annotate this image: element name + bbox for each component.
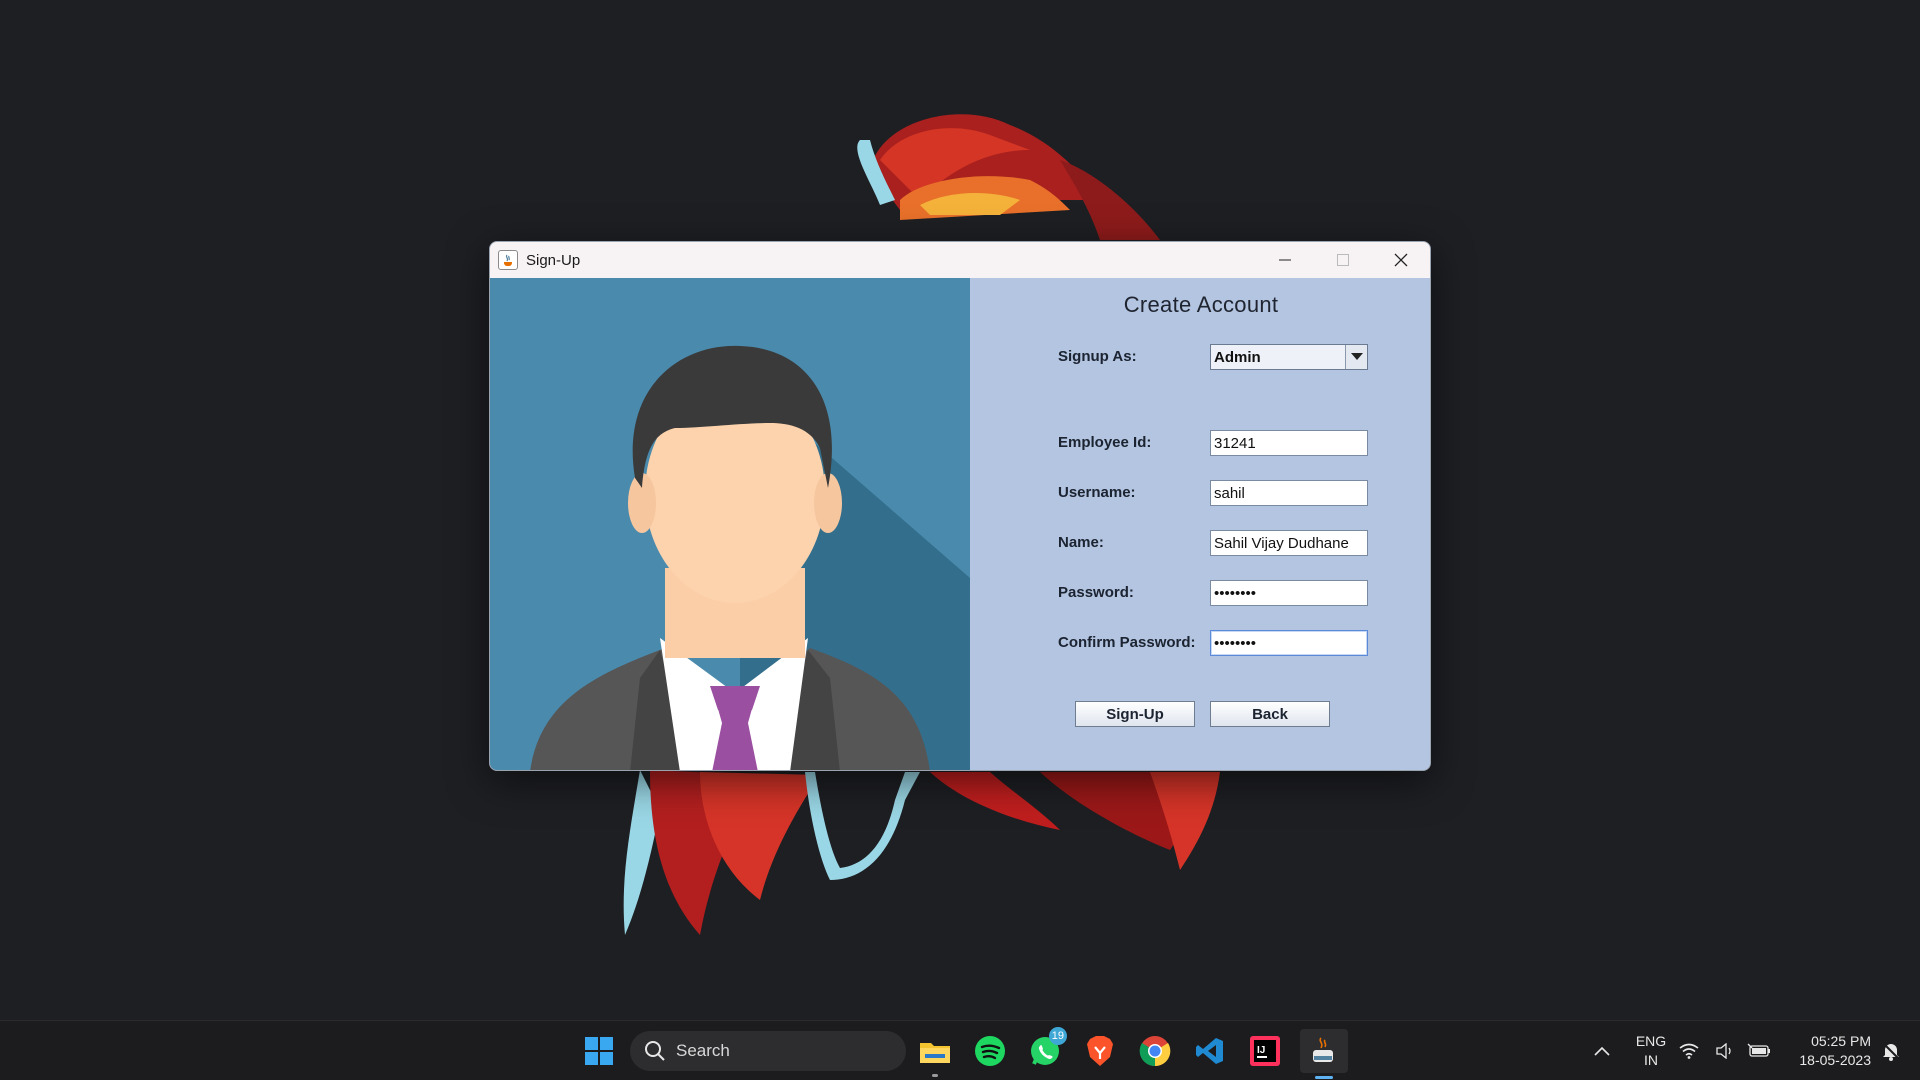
minimize-button[interactable] xyxy=(1256,242,1314,278)
page-title: Create Account xyxy=(1123,292,1279,317)
start-button[interactable] xyxy=(579,1031,619,1071)
intellij-icon: IJ xyxy=(1250,1036,1280,1066)
username-field[interactable] xyxy=(1210,480,1368,506)
wifi-icon xyxy=(1679,1043,1699,1059)
minimize-icon xyxy=(1279,259,1291,261)
notification-icon xyxy=(1882,1042,1900,1061)
search-icon xyxy=(645,1041,665,1061)
chrome-icon xyxy=(1139,1036,1171,1067)
battery-icon xyxy=(1747,1043,1770,1057)
whatsapp-button[interactable]: 19 xyxy=(1025,1027,1067,1071)
java-app-button[interactable] xyxy=(1300,1029,1348,1079)
show-hidden-icons-button[interactable] xyxy=(1582,1031,1622,1071)
name-label: Name: xyxy=(1058,534,1104,551)
java-icon xyxy=(1313,1037,1333,1062)
signup-button[interactable]: Sign-Up xyxy=(1075,701,1195,727)
svg-text:IJ: IJ xyxy=(1257,1045,1265,1056)
chrome-button[interactable] xyxy=(1135,1031,1175,1071)
back-button[interactable]: Back xyxy=(1210,701,1330,727)
taskbar-search[interactable]: Search xyxy=(630,1031,906,1071)
chevron-up-icon xyxy=(1594,1046,1610,1056)
spotify-button[interactable] xyxy=(970,1031,1010,1071)
clock[interactable]: 05:25 PM 18-05-2023 xyxy=(1775,1032,1871,1070)
notification-button[interactable] xyxy=(1876,1031,1906,1071)
spotify-icon xyxy=(975,1036,1005,1066)
date-label: 18-05-2023 xyxy=(1799,1052,1871,1068)
start-icon xyxy=(585,1037,613,1065)
notification-badge: 19 xyxy=(1048,1027,1067,1045)
window-controls xyxy=(1256,242,1430,278)
region-label: IN xyxy=(1644,1052,1658,1068)
username-label: Username: xyxy=(1058,484,1136,501)
maximize-button[interactable] xyxy=(1314,242,1372,278)
java-app-icon xyxy=(498,250,518,270)
avatar-illustration-panel xyxy=(490,278,970,770)
dropdown-arrow-icon[interactable] xyxy=(1345,345,1367,369)
brave-button[interactable] xyxy=(1080,1031,1120,1071)
maximize-icon xyxy=(1337,254,1349,266)
taskbar: Search 19 IJ ENG IN 05:25 PM 18-05-2023 xyxy=(0,1020,1920,1080)
active-window-indicator xyxy=(1315,1076,1333,1079)
password-field[interactable] xyxy=(1210,580,1368,606)
close-button[interactable] xyxy=(1372,242,1430,278)
confirm-password-field[interactable] xyxy=(1210,630,1368,656)
close-icon xyxy=(1394,253,1408,267)
name-field[interactable] xyxy=(1210,530,1368,556)
employee-id-field[interactable] xyxy=(1210,430,1368,456)
signup-form-panel: Create Account Signup As: Admin Employee… xyxy=(970,278,1430,770)
file-explorer-button[interactable] xyxy=(915,1031,955,1077)
employee-id-label: Employee Id: xyxy=(1058,434,1152,451)
intellij-button[interactable]: IJ xyxy=(1245,1031,1285,1071)
vscode-icon xyxy=(1196,1038,1223,1064)
language-indicator[interactable]: ENG IN xyxy=(1628,1032,1674,1070)
signup-as-select[interactable]: Admin xyxy=(1210,344,1368,370)
signup-as-value: Admin xyxy=(1214,348,1261,366)
title-bar[interactable]: Sign-Up xyxy=(490,242,1430,278)
signup-window: Sign-Up Create Account Signup As: Admin … xyxy=(489,241,1431,771)
file-explorer-icon xyxy=(920,1043,950,1063)
vscode-button[interactable] xyxy=(1190,1031,1230,1071)
businessman-avatar-illustration xyxy=(490,278,970,770)
password-label: Password: xyxy=(1058,584,1134,601)
window-title: Sign-Up xyxy=(526,251,581,269)
brave-icon xyxy=(1087,1036,1113,1066)
volume-button[interactable] xyxy=(1713,1031,1739,1071)
battery-button[interactable] xyxy=(1745,1031,1773,1071)
signup-as-label: Signup As: xyxy=(1058,348,1137,365)
language-label: ENG xyxy=(1635,1033,1667,1049)
volume-icon xyxy=(1716,1043,1731,1059)
time-label: 05:25 PM xyxy=(1811,1033,1871,1049)
search-label: Search xyxy=(676,1041,730,1060)
open-indicator xyxy=(932,1074,938,1077)
wifi-button[interactable] xyxy=(1676,1031,1702,1071)
confirm-password-label: Confirm Password: xyxy=(1058,634,1196,651)
